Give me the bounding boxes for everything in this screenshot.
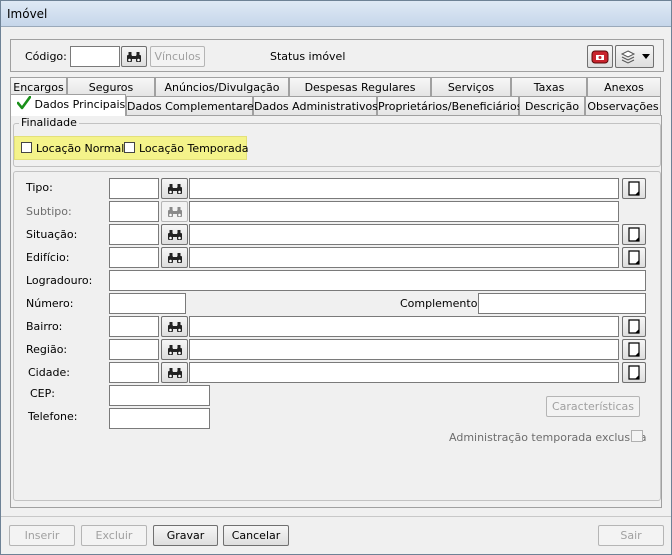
locacao-temporada-checkbox[interactable]: [124, 142, 135, 153]
bairro-desc-input: [189, 316, 619, 337]
inserir-button[interactable]: Inserir: [9, 525, 75, 546]
adm-temporada-label: Administração temporada exclusiva: [449, 431, 647, 444]
search-codigo-button[interactable]: [121, 46, 147, 67]
regiao-doc-button[interactable]: [622, 339, 646, 360]
situacao-code-input[interactable]: [109, 224, 159, 245]
cep-input[interactable]: [109, 385, 210, 406]
document-icon: [627, 319, 641, 334]
tipo-search-button[interactable]: [161, 178, 188, 199]
tab-dados-principais-label: Dados Principais: [34, 98, 126, 111]
tab-dados-principais[interactable]: Dados Principais: [10, 94, 126, 116]
phone-icon: [591, 50, 609, 63]
tab-anexos[interactable]: Anexos: [587, 77, 661, 97]
locacao-normal-label: Locação Normal: [36, 142, 125, 155]
tab-dados-administrativos[interactable]: Dados Administrativos: [253, 96, 378, 116]
binoculars-icon: [167, 344, 183, 356]
document-icon: [627, 227, 641, 242]
locacao-normal-option[interactable]: Locação Normal: [21, 142, 124, 155]
regiao-code-input[interactable]: [109, 339, 159, 360]
tab-proprietarios[interactable]: Proprietários/Beneficiários: [377, 96, 522, 116]
cancelar-button[interactable]: Cancelar: [223, 525, 289, 546]
cidade-desc-input: [189, 362, 619, 383]
bairro-doc-button[interactable]: [622, 316, 646, 337]
subtipo-desc-input: [189, 201, 619, 222]
status-imovel-label: Status imóvel: [270, 50, 346, 63]
binoculars-icon: [167, 367, 183, 379]
regiao-desc-input: [189, 339, 619, 360]
document-icon: [627, 181, 641, 196]
codigo-input[interactable]: [70, 46, 120, 67]
tipo-desc-input: [189, 178, 619, 199]
binoculars-icon: [167, 321, 183, 333]
tab-servicos[interactable]: Serviços: [431, 77, 511, 97]
finalidade-title: Finalidade: [19, 116, 79, 129]
numero-label: Número:: [26, 297, 74, 310]
bairro-label: Bairro:: [26, 320, 63, 333]
tab-despesas[interactable]: Despesas Regulares: [289, 77, 431, 97]
tab-taxas[interactable]: Taxas: [511, 77, 587, 97]
codigo-label: Código:: [25, 50, 67, 63]
sair-button[interactable]: Sair: [598, 525, 664, 546]
regiao-label: Região:: [26, 343, 68, 356]
telefone-label: Telefone:: [28, 410, 78, 423]
cep-label: CEP:: [30, 387, 55, 400]
tipo-label: Tipo:: [26, 181, 53, 194]
numero-input[interactable]: [109, 293, 186, 314]
binoculars-icon: [167, 183, 183, 195]
edificio-search-button[interactable]: [161, 247, 188, 268]
cidade-doc-button[interactable]: [622, 362, 646, 383]
tab-descricao[interactable]: Descrição: [519, 96, 585, 116]
subtipo-code-input[interactable]: [109, 201, 159, 222]
document-icon: [627, 342, 641, 357]
locacao-temporada-option[interactable]: Locação Temporada: [124, 142, 249, 155]
edificio-desc-input: [189, 247, 619, 268]
window-title: Imóvel: [1, 1, 671, 27]
bairro-code-input[interactable]: [109, 316, 159, 337]
footer-divider: [1, 516, 671, 517]
tab-observacoes[interactable]: Observações: [585, 96, 661, 116]
regiao-search-button[interactable]: [161, 339, 188, 360]
binoculars-icon: [126, 51, 142, 63]
caracteristicas-button[interactable]: Características: [546, 396, 640, 417]
situacao-desc-input: [189, 224, 619, 245]
edificio-doc-button[interactable]: [622, 247, 646, 268]
locacao-normal-checkbox[interactable]: [21, 142, 32, 153]
situacao-label: Situação:: [26, 228, 78, 241]
layers-icon: [620, 49, 636, 64]
excluir-button[interactable]: Excluir: [81, 525, 147, 546]
document-icon: [627, 365, 641, 380]
adm-temporada-checkbox[interactable]: [631, 430, 643, 442]
tab-dados-complementares[interactable]: Dados Complementares: [126, 96, 259, 116]
binoculars-icon: [167, 229, 183, 241]
phone-button[interactable]: [587, 45, 613, 68]
cidade-code-input[interactable]: [109, 362, 159, 383]
tipo-doc-button[interactable]: [622, 178, 646, 199]
situacao-doc-button[interactable]: [622, 224, 646, 245]
locacao-temporada-label: Locação Temporada: [139, 142, 249, 155]
situacao-search-button[interactable]: [161, 224, 188, 245]
cidade-search-button[interactable]: [161, 362, 188, 383]
imovel-window: Imóvel Código: Vínculos Status imóvel En…: [0, 0, 672, 555]
tab-anuncios[interactable]: Anúncios/Divulgação: [155, 77, 289, 97]
document-icon: [627, 250, 641, 265]
vinculos-button[interactable]: Vínculos: [150, 46, 205, 67]
binoculars-icon: [167, 206, 183, 218]
bairro-search-button[interactable]: [161, 316, 188, 337]
edificio-label: Edifício:: [26, 251, 70, 264]
chevron-down-icon: [642, 53, 650, 59]
checkmark-icon: [16, 95, 32, 110]
subtipo-label: Subtipo:: [26, 205, 72, 218]
tipo-code-input[interactable]: [109, 178, 159, 199]
complemento-label: Complemento:: [400, 297, 482, 310]
subtipo-search-button[interactable]: [161, 201, 188, 222]
gravar-button[interactable]: Gravar: [153, 525, 218, 546]
edificio-code-input[interactable]: [109, 247, 159, 268]
complemento-input[interactable]: [478, 293, 646, 314]
layers-menu-button[interactable]: [615, 45, 654, 68]
binoculars-icon: [167, 252, 183, 264]
telefone-input[interactable]: [109, 408, 210, 429]
logradouro-label: Logradouro:: [26, 274, 93, 287]
logradouro-input[interactable]: [109, 270, 646, 291]
cidade-label: Cidade:: [28, 366, 70, 379]
